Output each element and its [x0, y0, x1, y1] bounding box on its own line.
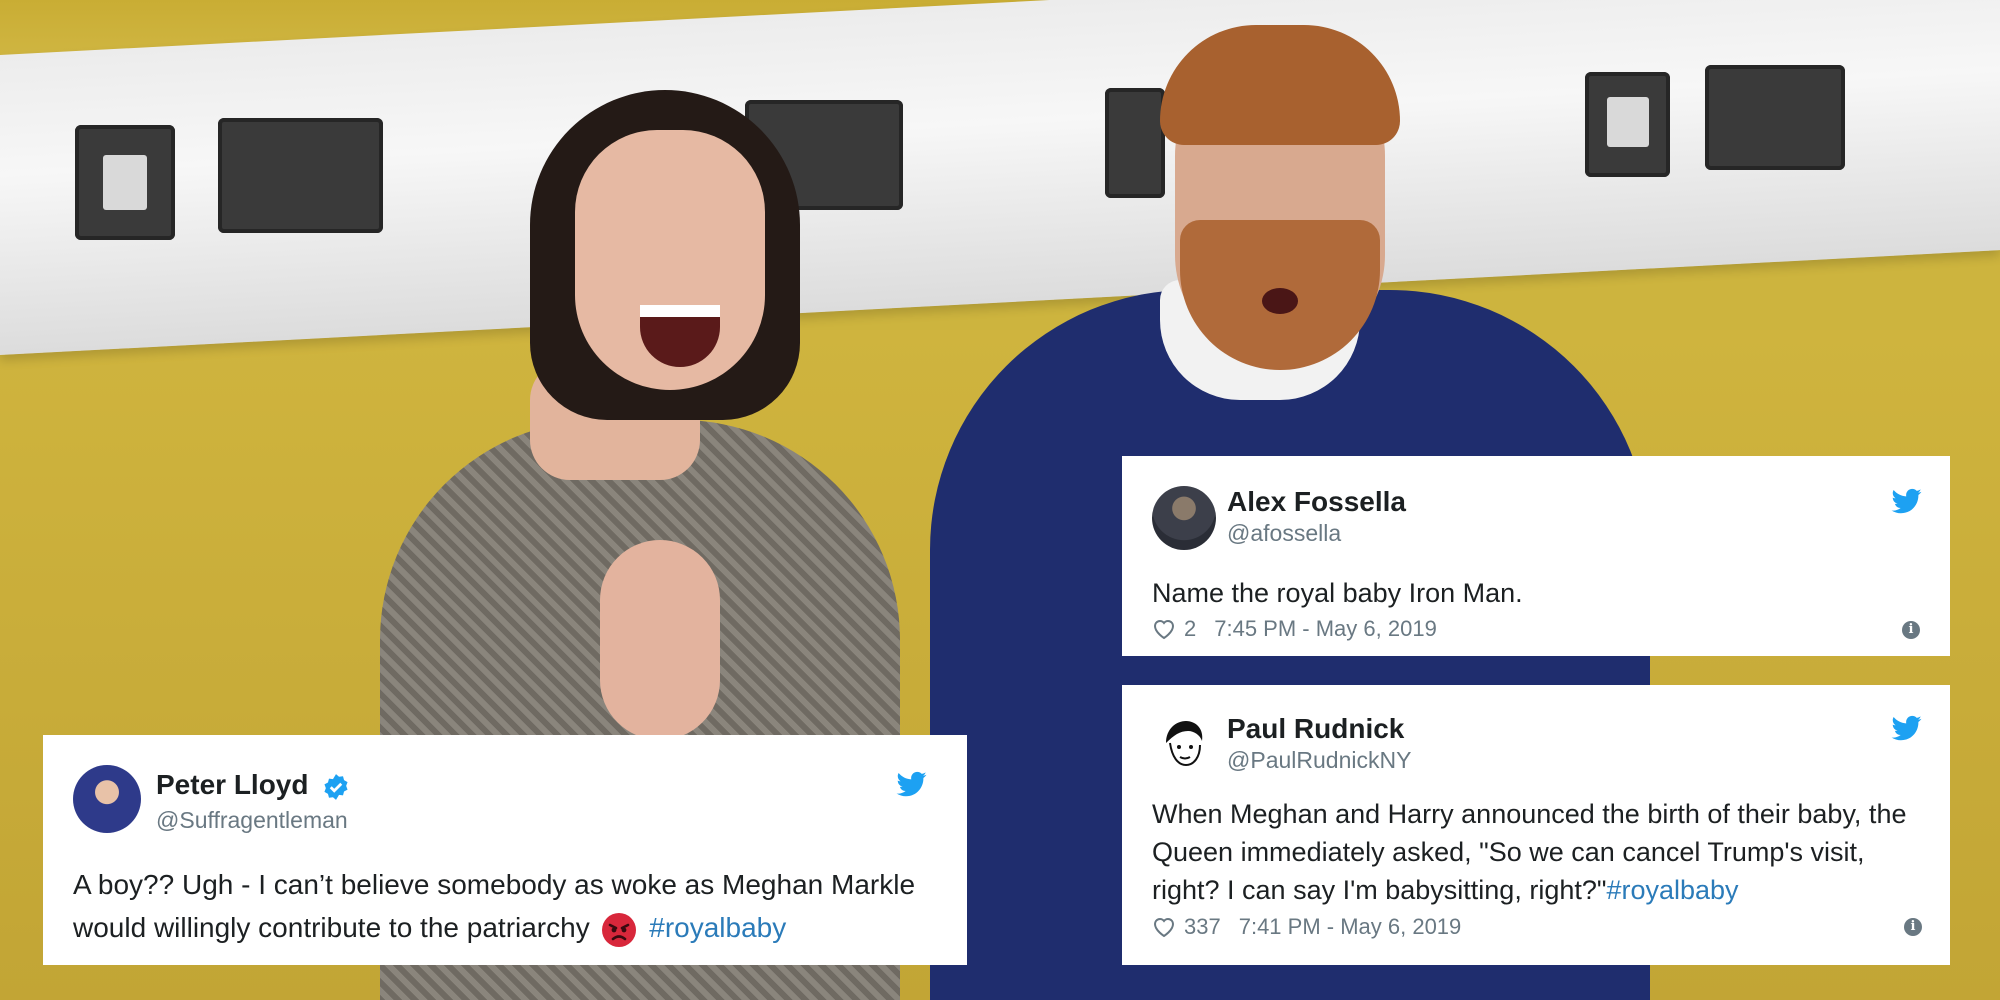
timestamp[interactable]: 7:41 PM - May 6, 2019: [1239, 914, 1462, 940]
author-name[interactable]: Alex Fossella: [1227, 486, 1406, 518]
avatar[interactable]: [1152, 713, 1216, 777]
tweet-text: When Meghan and Harry announced the birt…: [1152, 795, 1932, 909]
hashtag-link[interactable]: #royalbaby: [1606, 875, 1738, 905]
heart-icon[interactable]: [1152, 618, 1176, 640]
tweet-body: A boy?? Ugh - I can’t believe somebody a…: [73, 869, 916, 943]
tweet-card-peter-lloyd[interactable]: Peter Lloyd @Suffragentleman A boy?? Ugh…: [43, 735, 967, 965]
avatar[interactable]: [73, 765, 141, 833]
wall-socket: [1705, 65, 1845, 170]
tweet-meta: 2 7:45 PM - May 6, 2019: [1152, 616, 1437, 642]
avatar[interactable]: [1152, 486, 1216, 550]
man-mouth: [1262, 288, 1298, 314]
like-count[interactable]: 337: [1184, 914, 1221, 940]
like-count[interactable]: 2: [1184, 616, 1196, 642]
woman-hands: [600, 540, 720, 740]
tweet-meta: 337 7:41 PM - May 6, 2019: [1152, 914, 1461, 940]
verified-badge-icon: [324, 773, 348, 800]
caricature-avatar-icon: [1166, 721, 1203, 767]
wall-socket: [218, 118, 383, 233]
hashtag-link[interactable]: #royalbaby: [649, 912, 786, 943]
wall-socket: [1105, 88, 1165, 198]
wall-switch: [1585, 72, 1670, 177]
tweet-body: When Meghan and Harry announced the birt…: [1152, 799, 1907, 905]
twitter-bird-icon[interactable]: [1890, 713, 1924, 743]
tweet-text: A boy?? Ugh - I can’t believe somebody a…: [73, 863, 933, 949]
author-handle[interactable]: @afossella: [1227, 520, 1341, 547]
heart-icon[interactable]: [1152, 916, 1176, 938]
timestamp[interactable]: 7:45 PM - May 6, 2019: [1214, 616, 1437, 642]
info-icon[interactable]: i: [1904, 918, 1922, 936]
twitter-bird-icon[interactable]: [1890, 486, 1924, 516]
author-name[interactable]: Peter Lloyd: [156, 769, 350, 801]
tweet-card-alex-fossella[interactable]: Alex Fossella @afossella Name the royal …: [1122, 456, 1950, 656]
tweet-card-paul-rudnick[interactable]: Paul Rudnick @PaulRudnickNY When Meghan …: [1122, 685, 1950, 965]
twitter-bird-icon[interactable]: [895, 769, 929, 799]
info-icon[interactable]: i: [1902, 621, 1920, 639]
angry-face-emoji: [602, 912, 637, 947]
author-name-text[interactable]: Peter Lloyd: [156, 769, 308, 800]
author-handle[interactable]: @Suffragentleman: [156, 807, 348, 834]
author-name[interactable]: Paul Rudnick: [1227, 713, 1404, 745]
wall-switch: [75, 125, 175, 240]
author-handle[interactable]: @PaulRudnickNY: [1227, 747, 1411, 774]
tweet-text: Name the royal baby Iron Man.: [1152, 578, 1523, 608]
